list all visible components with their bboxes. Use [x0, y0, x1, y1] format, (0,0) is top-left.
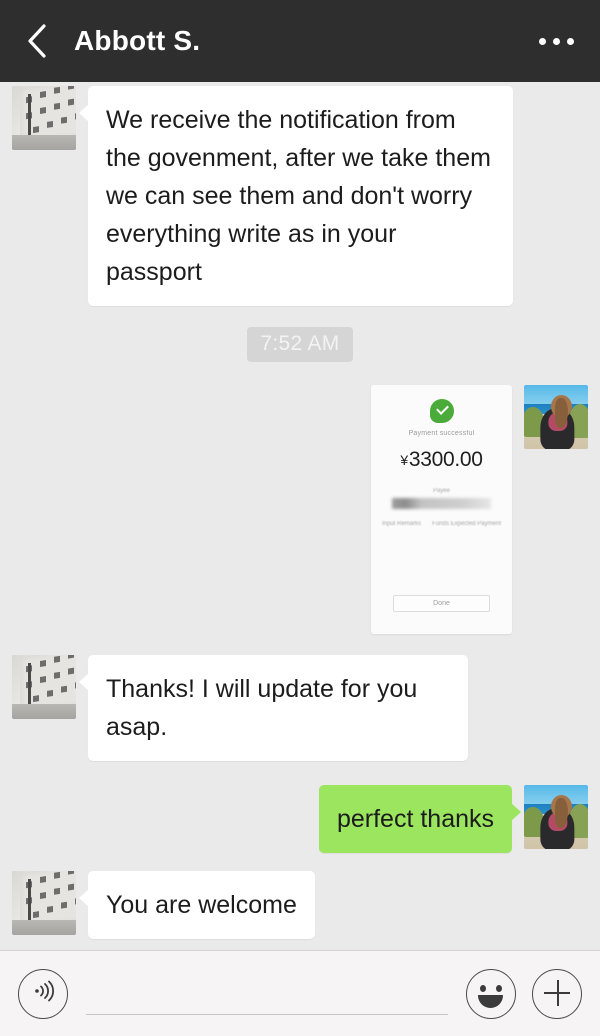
- message-text-input[interactable]: [86, 969, 448, 1019]
- payment-meta-left: Input Remarks: [382, 521, 422, 527]
- avatar-photo-ground: [12, 920, 76, 935]
- voice-record-icon: [30, 978, 56, 1009]
- payment-sub-label: Payee: [432, 488, 450, 494]
- avatar[interactable]: [524, 385, 588, 449]
- plus-icon: [533, 969, 581, 1019]
- payment-status-text: Payment successful: [408, 430, 475, 437]
- message-bubble[interactable]: You are welcome: [79, 871, 315, 939]
- avatar[interactable]: [524, 785, 588, 849]
- avatar[interactable]: [12, 871, 76, 935]
- timestamp-row: 7:52 AM: [0, 327, 600, 362]
- done-button[interactable]: Done: [393, 595, 490, 612]
- message-bubble[interactable]: perfect thanks: [318, 785, 522, 853]
- payment-meta-row: Input Remarks Funds Expected Payment: [380, 521, 503, 527]
- add-attachment-button[interactable]: [532, 968, 582, 1019]
- avatar[interactable]: [12, 655, 76, 719]
- message-row-incoming: We receive the notification from the gov…: [0, 86, 600, 306]
- green-check-icon: [429, 399, 454, 423]
- avatar[interactable]: [12, 86, 76, 150]
- payment-receipt-image[interactable]: Payment successful ¥3300.00 Payee Input …: [371, 385, 512, 634]
- more-dots-icon: [539, 37, 546, 45]
- avatar-photo-ground: [12, 704, 76, 719]
- back-button[interactable]: [18, 18, 56, 64]
- voice-record-button[interactable]: [18, 968, 68, 1019]
- message-timestamp: 7:52 AM: [247, 327, 353, 362]
- avatar-photo-ground: [12, 135, 76, 150]
- message-bubble[interactable]: Thanks! I will update for you asap.: [79, 655, 468, 761]
- more-options-button[interactable]: [535, 26, 578, 57]
- emoji-button[interactable]: [466, 968, 516, 1019]
- payment-meta-right: Funds Expected Payment: [432, 521, 501, 527]
- message-input-bar: [0, 950, 600, 1036]
- payment-amount-value: 3300.00: [408, 448, 483, 471]
- wechat-chat-screen: Abbott S. We receive the notification fr…: [0, 0, 600, 1036]
- smiley-icon: [480, 984, 486, 992]
- smiley-icon: [496, 984, 502, 992]
- payment-amount: ¥3300.00: [380, 448, 503, 472]
- payment-receipt-body: Payment successful ¥3300.00 Payee Input …: [371, 385, 512, 527]
- smiley-icon: [478, 994, 503, 1008]
- message-row-incoming: You are welcome: [0, 871, 600, 939]
- chevron-left-icon: [26, 23, 48, 59]
- more-dots-icon: [567, 37, 574, 45]
- message-row-outgoing: perfect thanks: [0, 785, 600, 853]
- chat-header: Abbott S.: [0, 0, 600, 82]
- currency-symbol: ¥: [400, 452, 408, 468]
- message-row-incoming: Thanks! I will update for you asap.: [0, 655, 600, 761]
- message-row-outgoing: Payment successful ¥3300.00 Payee Input …: [0, 385, 600, 634]
- message-list[interactable]: We receive the notification from the gov…: [0, 82, 600, 950]
- input-underline: [86, 1013, 448, 1015]
- page-title: Abbott S.: [74, 25, 201, 56]
- more-dots-icon: [553, 37, 560, 45]
- redacted-field: [392, 498, 491, 509]
- message-bubble[interactable]: We receive the notification from the gov…: [79, 86, 513, 306]
